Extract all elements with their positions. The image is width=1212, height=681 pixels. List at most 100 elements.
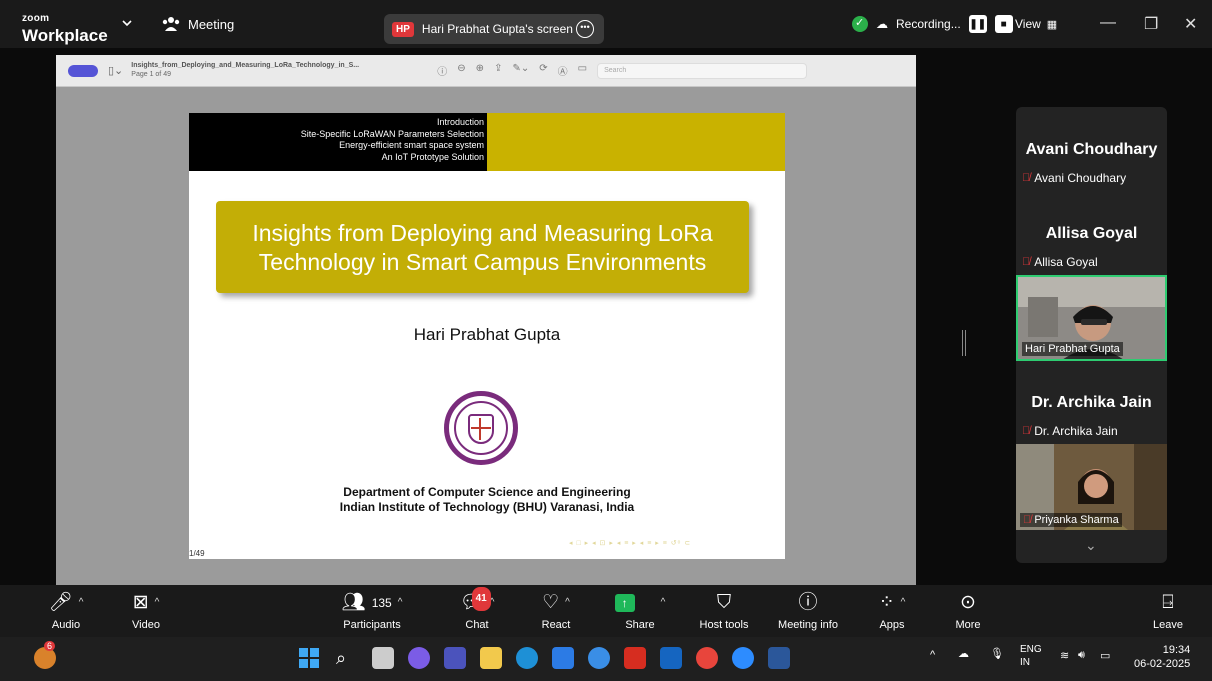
leave-label: Leave <box>1153 619 1183 631</box>
participant-tile[interactable]: Avani Choudhary 🎙̸ Avani Choudhary <box>1016 141 1167 185</box>
meeting-menu[interactable]: Meeting <box>162 16 234 32</box>
participant-tile[interactable]: Allisa Goyal 🎙̸ Allisa Goyal <box>1016 225 1167 269</box>
chevron-down-icon[interactable] <box>122 18 132 28</box>
participant-tile[interactable]: Dr. Archika Jain 🎙̸ Dr. Archika Jain <box>1016 394 1167 438</box>
restore-icon[interactable]: ❐ <box>1144 14 1158 34</box>
store-icon[interactable] <box>552 647 574 669</box>
chevron-up-icon[interactable]: ^ <box>79 591 84 615</box>
scroll-down-chevron-icon[interactable]: ⌄ <box>1085 537 1097 554</box>
annotate-icon[interactable]: Ⓐ <box>558 63 568 78</box>
participant-video[interactable]: 🎙̸ Priyanka Sharma <box>1016 444 1167 530</box>
chevron-up-icon[interactable]: ^ <box>661 591 666 615</box>
lang-code: ENG <box>1020 644 1042 655</box>
beamer-nav-symbols[interactable]: ◂ □ ▸ ◂ ⊡ ▸ ◂ ≡ ▸ ◂ ≡ ▸ ≡ ↺ᵒ ⊂ <box>569 539 691 547</box>
copilot-icon[interactable] <box>408 647 430 669</box>
battery-icon[interactable]: ▭ <box>1100 649 1110 662</box>
slide-author: Hari Prabhat Gupta <box>413 325 561 344</box>
chat-button[interactable]: 💬︎41^ Chat <box>437 587 517 631</box>
slide-title-line: Technology in Smart Campus Environments <box>258 249 707 275</box>
audio-button[interactable]: 🎤︎ ^ Audio <box>26 591 106 631</box>
participants-label: Participants <box>343 619 401 631</box>
rotate-icon[interactable]: ⟳ <box>539 63 547 78</box>
markup-icon[interactable]: ✎⌄ <box>512 63 529 78</box>
start-icon[interactable] <box>298 647 320 669</box>
chevron-up-icon[interactable]: ^ <box>155 591 160 615</box>
chevron-up-icon[interactable]: ^ <box>398 591 403 615</box>
weather-widget-icon[interactable]: 6 <box>34 641 56 669</box>
chat-unread-badge: 41 <box>471 587 491 611</box>
participants-button[interactable]: 👥︎ 135 ^ Participants <box>332 591 412 631</box>
people-icon <box>162 17 180 31</box>
pdf-search-input[interactable]: Search <box>597 62 808 79</box>
form-icon[interactable]: ▭ <box>578 63 587 78</box>
share-icon[interactable]: ⇪ <box>494 63 502 78</box>
stop-recording-button[interactable]: ■ <box>994 15 1013 33</box>
meeting-info-button[interactable]: ⓘ Meeting info <box>768 591 848 631</box>
help-icon[interactable] <box>588 647 610 669</box>
more-button[interactable]: ⊙ More <box>928 591 1008 631</box>
participant-sub-name: Dr. Archika Jain <box>1034 424 1118 438</box>
zoom-out-icon[interactable]: ⊖ <box>457 63 465 78</box>
chevron-up-icon[interactable]: ^ <box>901 591 906 615</box>
security-shield-icon[interactable] <box>852 16 868 32</box>
participants-video-panel: Avani Choudhary 🎙̸ Avani Choudhary Allis… <box>1016 107 1167 563</box>
language-indicator[interactable]: ENG IN <box>1020 643 1042 669</box>
participant-name: Dr. Archika Jain <box>1031 394 1152 411</box>
word-icon[interactable] <box>768 647 790 669</box>
zoom-in-icon[interactable]: ⊕ <box>476 63 484 78</box>
leave-button[interactable]: ⍈ Leave <box>1128 591 1208 631</box>
notification-badge: 6 <box>44 641 56 651</box>
cloud-icon: ☁ <box>876 17 888 31</box>
sidebar-toggle-button[interactable] <box>68 64 98 77</box>
section-item: Site-Specific LoRaWAN Parameters Selecti… <box>300 128 484 139</box>
close-icon[interactable]: ✕ <box>1184 14 1197 34</box>
info-icon[interactable]: ⓘ <box>437 63 447 78</box>
leave-icon: ⍈ <box>1162 592 1174 613</box>
shield-icon: ⛉ <box>716 592 732 613</box>
chrome-icon[interactable] <box>696 647 718 669</box>
presentation-slide: Introduction Site-Specific LoRaWAN Param… <box>189 113 785 559</box>
slide-title-line: Insights from Deploying and Measuring Lo… <box>252 220 713 246</box>
view-button[interactable]: View ▦ <box>1015 17 1057 31</box>
share-button[interactable]: ↑ ^ Share <box>600 591 680 631</box>
recording-label: Recording... <box>896 17 961 31</box>
apps-button[interactable]: ⁘ ^ Apps <box>852 591 932 631</box>
zoom-title-bar: zoom Workplace Meeting HP Hari Prabhat G… <box>0 0 1212 48</box>
document-title: Insights_from_Deploying_and_Measuring_Lo… <box>131 62 431 79</box>
mic-muted-icon: 🎙̸ <box>1022 256 1031 268</box>
host-tools-button[interactable]: ⛉ Host tools <box>684 591 764 631</box>
video-off-icon: ⊠ <box>132 592 149 613</box>
task-view-icon[interactable] <box>372 647 394 669</box>
page-view-icon[interactable]: ▯⌄ <box>108 64 123 77</box>
participants-icon: 👥︎ <box>341 592 366 613</box>
mic-muted-icon: 🎙̸ <box>1022 425 1031 437</box>
video-name-label: Hari Prabhat Gupta <box>1022 342 1123 356</box>
volume-icon[interactable]: 🔊︎ <box>1078 649 1085 662</box>
react-button[interactable]: ♡ ^ React <box>516 591 596 631</box>
edge-icon[interactable] <box>516 647 538 669</box>
active-speaker-video[interactable]: Hari Prabhat Gupta <box>1016 275 1167 361</box>
clock[interactable]: 19:34 06-02-2025 <box>1134 643 1190 671</box>
mic-icon[interactable]: 🎙︎ <box>990 647 1004 660</box>
video-button[interactable]: ⊠ ^ Video <box>106 591 186 631</box>
participant-name: Allisa Goyal <box>1045 225 1138 242</box>
screen-share-indicator[interactable]: HP Hari Prabhat Gupta's screen ••• <box>384 14 604 44</box>
file-explorer-icon[interactable] <box>480 647 502 669</box>
more-options-icon[interactable]: ••• <box>576 20 594 38</box>
chevron-up-icon[interactable]: ^ <box>930 649 935 661</box>
search-icon[interactable]: ⌕ <box>336 647 358 669</box>
minimize-icon[interactable]: — <box>1100 14 1116 32</box>
panel-resize-handle[interactable] <box>962 330 966 356</box>
zoom-taskbar-icon[interactable] <box>732 647 754 669</box>
affiliation-line: Indian Institute of Technology (BHU) Var… <box>339 500 635 514</box>
share-screen-icon: ↑ <box>614 594 635 612</box>
chevron-up-icon[interactable]: ^ <box>565 591 570 615</box>
pause-recording-button[interactable]: ❚❚ <box>968 15 987 33</box>
sharer-avatar: HP <box>392 21 414 37</box>
wifi-icon[interactable]: ≋ <box>1060 649 1069 662</box>
mcafee-icon[interactable] <box>624 647 646 669</box>
teams-icon[interactable] <box>444 647 466 669</box>
myhp-icon[interactable] <box>660 647 682 669</box>
onedrive-icon[interactable]: ☁ <box>958 647 969 660</box>
participant-sub-name: Allisa Goyal <box>1034 255 1098 269</box>
